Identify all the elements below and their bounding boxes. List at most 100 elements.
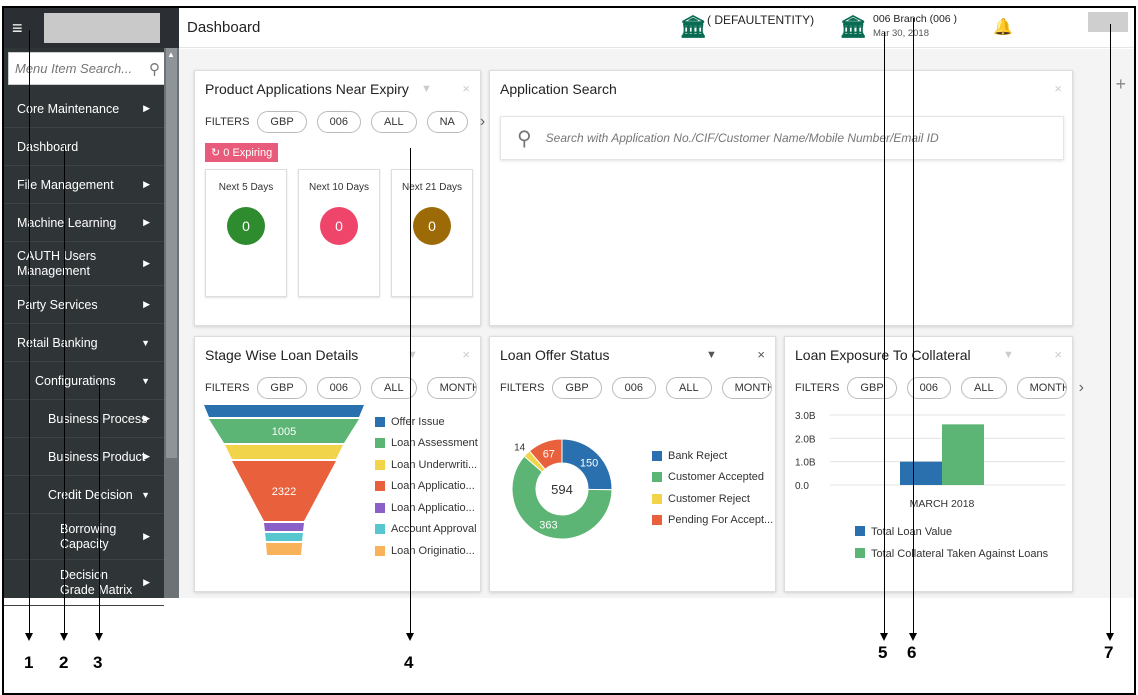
loan-offer-status-card: Loan Offer Status ▼ × FILTERS GBP 006 AL… bbox=[489, 336, 789, 592]
close-icon[interactable]: × bbox=[757, 347, 765, 362]
application-search-input[interactable]: ⚲ Search with Application No./CIF/Custom… bbox=[500, 116, 1064, 160]
funnel-segment[interactable] bbox=[204, 405, 364, 417]
card-title: Product Applications Near Expiry bbox=[205, 81, 409, 97]
funnel-legend: Offer Issue Loan Assessment Loan Underwrit… bbox=[375, 411, 478, 562]
close-icon[interactable]: × bbox=[1054, 347, 1062, 362]
chevron-right-icon[interactable]: › bbox=[480, 113, 485, 131]
filter-all[interactable]: ALL bbox=[371, 111, 417, 133]
callout-line bbox=[884, 32, 885, 635]
sidebar-item-retail-banking[interactable]: Retail Banking ▼ bbox=[4, 324, 164, 362]
callout-arrow bbox=[880, 633, 888, 641]
card-title: Loan Exposure To Collateral bbox=[795, 347, 971, 363]
menu-search[interactable]: ⚲ bbox=[8, 52, 167, 85]
legend-label: Loan Originatio... bbox=[391, 544, 475, 557]
sidebar-item-cauth-users[interactable]: CAUTH Users Management ▶ bbox=[4, 242, 164, 286]
filter-currency[interactable]: GBP bbox=[847, 377, 897, 399]
hamburger-icon[interactable]: ≡ bbox=[12, 18, 34, 39]
stage-legend-item: Loan Applicatio... bbox=[375, 476, 478, 498]
filter-period[interactable]: MONTH bbox=[1016, 377, 1067, 399]
callout-line bbox=[913, 18, 914, 635]
menu-search-input[interactable] bbox=[15, 61, 135, 76]
close-icon[interactable]: × bbox=[462, 81, 470, 96]
filter-branch[interactable]: 006 bbox=[316, 111, 362, 133]
bell-icon[interactable]: 🔔 bbox=[993, 17, 1013, 37]
filter-currency[interactable]: GBP bbox=[257, 111, 307, 133]
sidebar-item-core-maintenance[interactable]: Core Maintenance ▶ bbox=[4, 90, 164, 128]
sidebar-item-dashboard[interactable]: Dashboard bbox=[4, 128, 164, 166]
sidebar-item-machine-learning[interactable]: Machine Learning ▶ bbox=[4, 204, 164, 242]
sidebar-item-decision-grade-matrix[interactable]: Decision Grade Matrix ▶ bbox=[4, 560, 164, 606]
stage-wise-loan-card: Stage Wise Loan Details ▼ × FILTERS GBP … bbox=[194, 336, 494, 592]
funnel-segment[interactable] bbox=[265, 533, 303, 541]
user-avatar[interactable] bbox=[1088, 12, 1128, 32]
filter-icon[interactable]: ▼ bbox=[407, 349, 418, 361]
sidebar-item-file-management[interactable]: File Management ▶ bbox=[4, 166, 164, 204]
expiry-card: Product Applications Near Expiry ▼ × FIL… bbox=[194, 70, 485, 326]
branch-name[interactable]: 006 Branch (006 ) bbox=[873, 13, 957, 25]
tile-next-10-days[interactable]: Next 10 Days 0 bbox=[298, 169, 380, 297]
filter-all[interactable]: ALL bbox=[961, 377, 1007, 399]
funnel-segment[interactable] bbox=[264, 523, 304, 531]
filter-period[interactable]: MONTH bbox=[721, 377, 772, 399]
entity-bank-icon[interactable]: 🏛 bbox=[679, 14, 707, 40]
filter-icon[interactable]: ▼ bbox=[421, 83, 432, 95]
y-tick-label: 0.0 bbox=[795, 481, 809, 492]
callout-number: 4 bbox=[404, 653, 414, 672]
card-title: Loan Offer Status bbox=[500, 347, 610, 363]
scroll-up-icon[interactable]: ▲ bbox=[167, 50, 175, 59]
add-widget-icon[interactable]: + bbox=[1115, 74, 1126, 95]
callout-line bbox=[64, 145, 65, 635]
sidebar-item-party-services[interactable]: Party Services ▶ bbox=[4, 286, 164, 324]
expiring-badge[interactable]: ↻ 0 Expiring bbox=[205, 143, 279, 162]
donut-data-label: 363 bbox=[539, 519, 557, 531]
funnel-data-label: 2322 bbox=[272, 486, 296, 498]
callout-number: 3 bbox=[93, 653, 103, 672]
funnel-segment[interactable] bbox=[266, 543, 302, 555]
chevron-right-icon: ▶ bbox=[143, 299, 150, 309]
close-icon[interactable]: × bbox=[1054, 81, 1062, 96]
close-icon[interactable]: × bbox=[462, 347, 470, 362]
chevron-right-icon[interactable]: › bbox=[1079, 379, 1084, 397]
legend-label: Pending For Accept... bbox=[668, 514, 774, 527]
entity-name[interactable]: ( DEFAULTENTITY) bbox=[707, 13, 814, 27]
filter-currency[interactable]: GBP bbox=[257, 377, 307, 399]
x-tick-label: MARCH 2018 bbox=[910, 498, 975, 510]
sidebar-scrollbar[interactable]: ▲ bbox=[164, 48, 179, 598]
stage-legend-item: Loan Applicatio... bbox=[375, 497, 478, 519]
legend-swatch bbox=[375, 545, 385, 556]
filter-icon[interactable]: ▼ bbox=[706, 349, 717, 361]
callout-line bbox=[1110, 24, 1111, 635]
chevron-right-icon: ▶ bbox=[143, 577, 150, 587]
tile-next-21-days[interactable]: Next 21 Days 0 bbox=[391, 169, 473, 297]
stage-legend-item: Loan Originatio... bbox=[375, 540, 478, 562]
sidebar-item-business-process[interactable]: Business Process ▶ bbox=[4, 400, 164, 438]
sidebar-item-configurations[interactable]: Configurations ▼ bbox=[4, 362, 164, 400]
callout-arrow bbox=[1106, 633, 1114, 641]
sidebar: ≡ ⚲ Core Maintenance▶ Dashboard File Man… bbox=[4, 8, 179, 606]
donut-data-label: 67 bbox=[543, 448, 555, 460]
filter-na[interactable]: NA bbox=[426, 111, 468, 133]
legend-swatch bbox=[375, 502, 385, 513]
filter-branch[interactable]: 006 bbox=[611, 377, 657, 399]
filter-period[interactable]: MONTH bbox=[426, 377, 477, 399]
y-tick-label: 2.0B bbox=[795, 434, 816, 445]
tile-next-5-days[interactable]: Next 5 Days 0 bbox=[205, 169, 287, 297]
donut-center-label: 594 bbox=[551, 482, 573, 497]
filter-branch[interactable]: 006 bbox=[316, 377, 362, 399]
legend-swatch bbox=[855, 548, 865, 558]
search-icon[interactable]: ⚲ bbox=[149, 60, 160, 78]
branch-bank-icon[interactable]: 🏛 bbox=[839, 14, 867, 40]
branch-date: Mar 30, 2018 bbox=[873, 28, 929, 39]
bar[interactable] bbox=[942, 424, 984, 485]
filter-icon[interactable]: ▼ bbox=[1003, 349, 1014, 361]
filter-currency[interactable]: GBP bbox=[552, 377, 602, 399]
sidebar-item-credit-decision[interactable]: Credit Decision ▼ bbox=[4, 476, 164, 514]
sidebar-item-borrowing-capacity[interactable]: Borrowing Capacity ▶ bbox=[4, 514, 164, 560]
legend-label: Offer Issue bbox=[391, 415, 445, 428]
scrollbar-thumb[interactable] bbox=[166, 48, 177, 458]
funnel-segment[interactable] bbox=[225, 445, 343, 459]
legend-label: Customer Accepted bbox=[668, 471, 764, 484]
sidebar-item-business-product[interactable]: Business Product ▶ bbox=[4, 438, 164, 476]
bar[interactable] bbox=[900, 461, 942, 485]
filter-all[interactable]: ALL bbox=[666, 377, 712, 399]
